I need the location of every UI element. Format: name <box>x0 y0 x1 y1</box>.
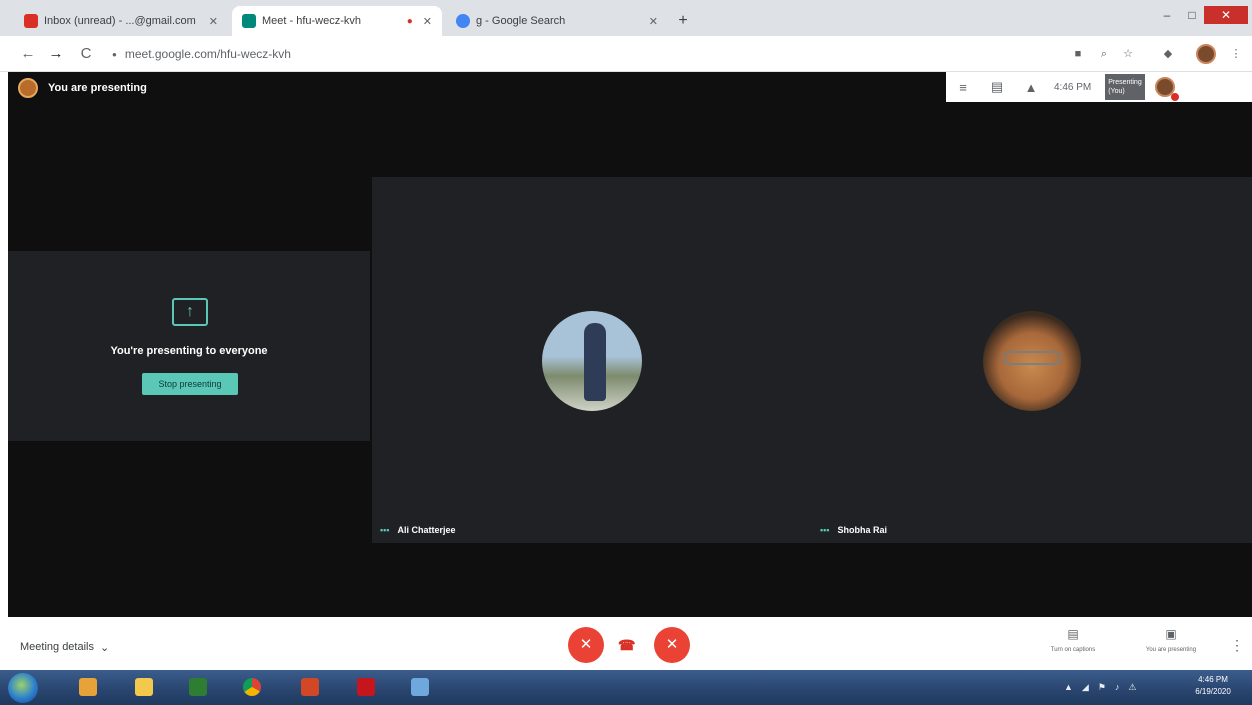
show-hidden-icons-icon[interactable]: ▲ <box>1064 682 1073 693</box>
new-tab-button[interactable]: + <box>672 10 694 32</box>
participant-name-row: ••• Shobha Rai <box>820 525 887 535</box>
network-icon[interactable]: ◢ <box>1082 682 1089 693</box>
meeting-time: 4:46 PM <box>1054 81 1092 93</box>
remote-desktop-icon[interactable] <box>406 674 434 700</box>
gmail-icon <box>24 14 38 28</box>
avatar <box>18 78 38 98</box>
chevron-down-icon: ⌄ <box>100 642 110 654</box>
more-options-icon[interactable]: ⋮ <box>1230 637 1244 654</box>
lock-icon: ● <box>112 49 117 59</box>
stop-presenting-button[interactable]: Stop presenting <box>142 373 238 395</box>
browser-tab-strip: Inbox (unread) - ...@gmail.com ✕ Meet - … <box>0 0 1252 36</box>
present-screen-icon: ▣ <box>1165 627 1177 641</box>
forward-button[interactable]: → <box>46 44 66 64</box>
leave-call-button[interactable]: ☎ <box>618 637 635 654</box>
people-icon[interactable]: ≡ <box>946 80 980 95</box>
acrobat-icon[interactable] <box>352 674 380 700</box>
presenting-message: You're presenting to everyone <box>110 345 268 357</box>
close-icon[interactable]: ✕ <box>209 15 218 28</box>
reload-button[interactable]: C <box>76 44 96 64</box>
notification-dot <box>1171 93 1180 101</box>
chat-icon[interactable]: ▤ <box>980 79 1014 95</box>
captions-label: Turn on captions <box>1050 647 1096 653</box>
participant-name: Ali Chatterjee <box>397 525 456 535</box>
close-icon[interactable]: ✕ <box>649 15 658 28</box>
url-text: meet.google.com/hfu-wecz-kvh <box>124 47 291 61</box>
profile-avatar[interactable] <box>1196 44 1216 64</box>
participant-avatar <box>983 311 1081 411</box>
participant-name-row: ••• Ali Chatterjee <box>380 525 455 535</box>
captions-icon: ▤ <box>1067 627 1079 641</box>
taskbar: ▲ ◢ ⚑ ♪ ⚠ 4:46 PM 6/19/2020 <box>0 670 1252 705</box>
tab-meet[interactable]: Meet - hfu-wecz-kvh ● ✕ <box>232 6 442 36</box>
presentation-thumbnail[interactable]: Presenting (You) <box>1105 74 1146 100</box>
self-avatar[interactable] <box>1155 77 1180 101</box>
tab-google-search[interactable]: g - Google Search ✕ <box>446 6 668 36</box>
meeting-details-button[interactable]: Meeting details ⌄ <box>20 641 109 654</box>
back-button[interactable]: ← <box>18 44 38 64</box>
file-explorer-icon[interactable] <box>130 674 158 700</box>
presenting-status-button[interactable]: ▣ You are presenting <box>1130 627 1212 653</box>
presenting-status-label: You are presenting <box>1145 647 1197 653</box>
present-screen-icon: ↑ <box>172 298 208 326</box>
warning-icon[interactable]: ⚠ <box>1128 682 1136 693</box>
system-tray: ▲ ◢ ⚑ ♪ ⚠ <box>1064 682 1137 693</box>
close-icon[interactable]: ✕ <box>423 15 432 28</box>
camera-icon[interactable]: ■ <box>1070 46 1086 62</box>
media-player-icon[interactable] <box>74 674 102 700</box>
camera-off-icon: ✕ <box>665 636 679 653</box>
mic-off-icon: ✕ <box>579 636 593 653</box>
maximize-button[interactable]: □ <box>1180 6 1204 24</box>
google-icon <box>456 14 470 28</box>
start-button[interactable] <box>8 673 38 703</box>
camera-off-button[interactable]: ✕ <box>654 627 690 663</box>
tab-title: Inbox (unread) - ...@gmail.com <box>44 15 196 27</box>
participant-avatar <box>542 311 642 411</box>
system-clock[interactable]: 4:46 PM 6/19/2020 <box>1178 674 1248 698</box>
tab-title: Meet - hfu-wecz-kvh <box>262 15 362 27</box>
mic-indicator-icon: ••• <box>820 525 830 535</box>
participant-name: Shobha Rai <box>837 525 887 535</box>
presenting-banner: You are presenting <box>18 78 147 98</box>
microphone-off-button[interactable]: ✕ <box>568 627 604 663</box>
meet-top-bar: ≡ ▤ ▲ 4:46 PM Presenting (You) <box>946 72 1252 102</box>
clock-date: 6/19/2020 <box>1195 687 1231 696</box>
volume-icon[interactable]: ♪ <box>1115 682 1120 693</box>
clock-time: 4:46 PM <box>1198 675 1228 684</box>
browser-toolbar: ← → C ● meet.google.com/hfu-wecz-kvh ■ ⌕… <box>0 36 1252 72</box>
chrome-icon[interactable] <box>238 674 266 700</box>
zoom-icon[interactable]: ⌕ <box>1096 46 1112 62</box>
presenting-banner-text: You are presenting <box>48 82 147 94</box>
browser-menu-icon[interactable]: ⋮ <box>1228 46 1244 62</box>
meeting-details-label: Meeting details <box>20 641 94 653</box>
meet-icon <box>242 14 256 28</box>
meet-control-bar: Meeting details ⌄ ✕ ☎ ✕ ▤ Turn on captio… <box>0 617 1252 670</box>
action-center-icon[interactable]: ⚑ <box>1098 682 1106 693</box>
address-bar[interactable]: ● meet.google.com/hfu-wecz-kvh <box>112 43 1052 65</box>
tab-title: g - Google Search <box>476 15 566 27</box>
close-window-button[interactable]: ✕ <box>1204 6 1248 24</box>
tab-gmail[interactable]: Inbox (unread) - ...@gmail.com ✕ <box>14 6 228 36</box>
excel-icon[interactable] <box>184 674 212 700</box>
mic-indicator-icon: ••• <box>380 525 390 535</box>
minimize-button[interactable]: – <box>1154 6 1180 24</box>
activities-icon[interactable]: ▲ <box>1014 80 1048 95</box>
recording-indicator-icon: ● <box>406 15 413 27</box>
powerpoint-icon[interactable] <box>296 674 324 700</box>
captions-button[interactable]: ▤ Turn on captions <box>1036 627 1110 653</box>
extensions-icon[interactable]: ◆ <box>1160 46 1176 62</box>
star-icon[interactable]: ☆ <box>1120 46 1136 62</box>
